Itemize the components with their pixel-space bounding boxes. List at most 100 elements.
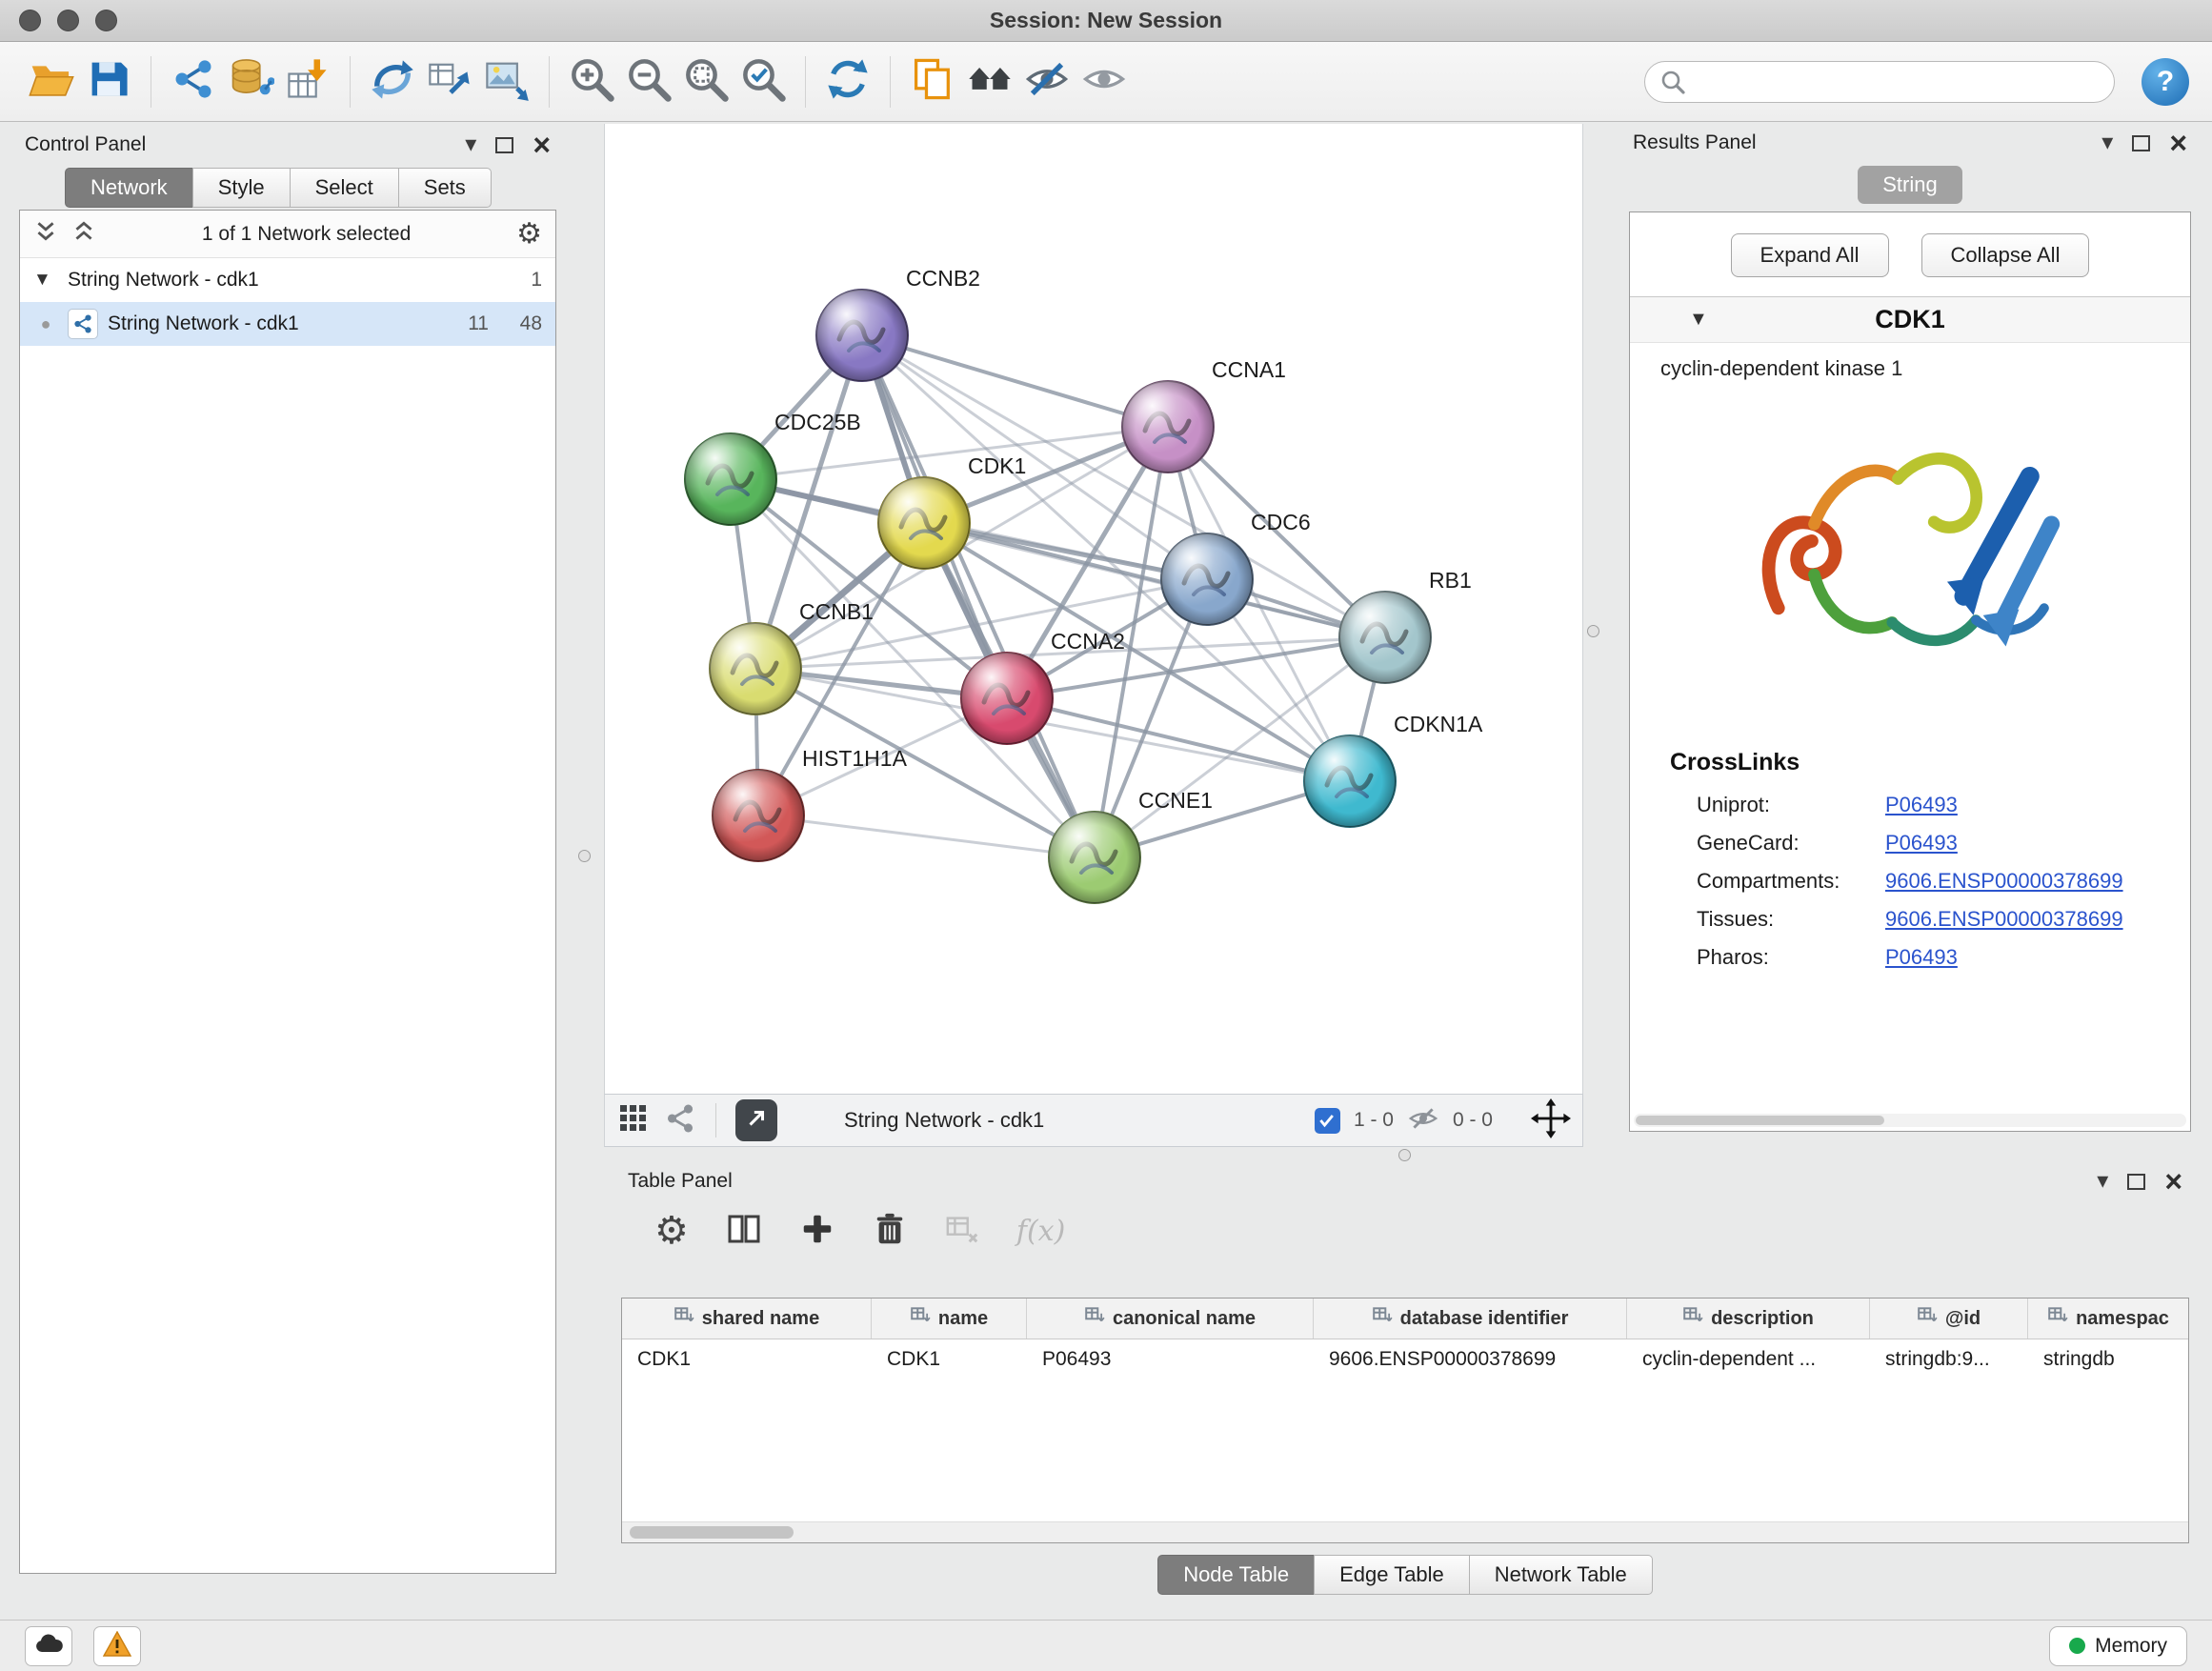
section-caret-icon[interactable]: ▼: [1689, 309, 1708, 331]
tab-network-table[interactable]: Network Table: [1469, 1555, 1653, 1595]
delete-column-trash-icon[interactable]: [872, 1211, 908, 1252]
clear-table-icon: [944, 1211, 980, 1252]
zoom-selected-button[interactable]: [734, 52, 792, 111]
zoom-fit-button[interactable]: [677, 52, 734, 111]
scrollbar-thumb[interactable]: [1636, 1116, 1884, 1125]
column-header[interactable]: database identifier: [1314, 1299, 1627, 1339]
network-row[interactable]: ● String Network - cdk1 11 48: [20, 302, 555, 346]
crosslink-label: Compartments:: [1697, 869, 1885, 894]
zoom-in-button[interactable]: [563, 52, 620, 111]
hidden-eye-slash-icon[interactable]: [1407, 1102, 1439, 1139]
collapse-panel-icon[interactable]: ▾: [465, 133, 476, 156]
network-edge[interactable]: [862, 335, 1095, 857]
crosslink-link[interactable]: 9606.ENSP00000378699: [1885, 869, 2123, 894]
crosslink-link[interactable]: P06493: [1885, 793, 1958, 817]
crosslink-link[interactable]: P06493: [1885, 831, 1958, 856]
save-session-button[interactable]: [80, 52, 137, 111]
vertical-splitter-handle-left[interactable]: [578, 850, 591, 862]
network-node-cdkn1a[interactable]: CDKN1A: [1304, 712, 1483, 827]
close-window-button[interactable]: [19, 10, 41, 31]
table-cell: P06493: [1027, 1339, 1314, 1379]
column-header[interactable]: name: [872, 1299, 1027, 1339]
export-image-button[interactable]: [478, 52, 535, 111]
float-panel-icon[interactable]: [495, 137, 513, 153]
show-columns-icon[interactable]: [725, 1210, 763, 1253]
help-button[interactable]: ?: [2142, 58, 2189, 106]
float-panel-icon[interactable]: [2127, 1174, 2145, 1190]
expand-all-button[interactable]: Expand All: [1731, 233, 1889, 277]
horizontal-splitter-handle[interactable]: [1398, 1149, 1411, 1161]
table-horizontal-scrollbar[interactable]: [622, 1521, 2188, 1542]
tree-caret-icon[interactable]: ▼: [33, 270, 58, 291]
open-in-new-window-button[interactable]: [735, 1099, 777, 1141]
collapse-all-icon[interactable]: [33, 219, 58, 249]
network-node-hist1h1a[interactable]: HIST1H1A: [713, 746, 908, 861]
string-results-box: Expand All Collapse All ▼ CDK1 cyclin-de…: [1629, 211, 2191, 1132]
tab-sets[interactable]: Sets: [398, 168, 492, 208]
table-settings-gear-icon[interactable]: ⚙: [654, 1212, 689, 1250]
tab-style[interactable]: Style: [192, 168, 291, 208]
column-header[interactable]: canonical name: [1027, 1299, 1314, 1339]
birds-eye-view-icon[interactable]: [616, 1101, 651, 1140]
float-panel-icon[interactable]: [2132, 135, 2150, 151]
network-node-ccne1[interactable]: CCNE1: [1049, 788, 1213, 903]
string-network-graph[interactable]: CCNB2CCNA1CDC25BCDK1CDC6RB1CCNB1CCNA2CDK…: [605, 124, 1584, 1094]
share-network-icon[interactable]: [664, 1102, 696, 1139]
home-button[interactable]: [961, 52, 1018, 111]
show-all-button[interactable]: [1076, 52, 1133, 111]
minimize-window-button[interactable]: [57, 10, 79, 31]
hide-selected-button[interactable]: [1018, 52, 1076, 111]
scrollbar-thumb[interactable]: [630, 1526, 794, 1539]
cloud-status-button[interactable]: [25, 1626, 72, 1666]
column-header[interactable]: description: [1627, 1299, 1870, 1339]
network-node-cdk1[interactable]: CDK1: [878, 453, 1026, 569]
open-session-button[interactable]: [23, 52, 80, 111]
warnings-button[interactable]: [93, 1626, 141, 1666]
tab-network[interactable]: Network: [65, 168, 193, 208]
memory-button[interactable]: Memory: [2049, 1626, 2187, 1666]
add-column-icon[interactable]: [799, 1211, 835, 1252]
results-horizontal-scrollbar[interactable]: [1634, 1114, 2186, 1127]
pan-crosshair-icon[interactable]: [1531, 1098, 1571, 1143]
collapse-panel-icon[interactable]: ▾: [2097, 1170, 2108, 1193]
expand-all-icon[interactable]: [71, 219, 96, 249]
network-edge[interactable]: [758, 815, 1095, 857]
zoom-window-button[interactable]: [95, 10, 117, 31]
tab-node-table[interactable]: Node Table: [1157, 1555, 1315, 1595]
network-node-rb1[interactable]: RB1: [1339, 568, 1472, 683]
close-panel-icon[interactable]: ×: [2169, 128, 2187, 158]
node-table: shared name name canonical name database…: [621, 1298, 2189, 1543]
import-database-button[interactable]: [222, 52, 279, 111]
new-network-button[interactable]: [364, 52, 421, 111]
network-canvas[interactable]: CCNB2CCNA1CDC25BCDK1CDC6RB1CCNB1CCNA2CDK…: [604, 124, 1583, 1094]
collapse-all-button[interactable]: Collapse All: [1921, 233, 2090, 277]
network-collection-row[interactable]: ▼ String Network - cdk1 1: [20, 258, 555, 302]
table-row[interactable]: CDK1 CDK1 P06493 9606.ENSP00000378699 cy…: [622, 1339, 2188, 1379]
close-panel-icon[interactable]: ×: [533, 130, 551, 160]
gene-section-header[interactable]: ▼ CDK1: [1630, 297, 2190, 343]
column-header[interactable]: namespac: [2028, 1299, 2188, 1339]
refresh-view-button[interactable]: [819, 52, 876, 111]
import-network-button[interactable]: [165, 52, 222, 111]
selected-checkbox-icon[interactable]: [1315, 1108, 1340, 1134]
search-input[interactable]: [1644, 61, 2115, 103]
selected-count: 1 - 0: [1354, 1109, 1394, 1132]
close-panel-icon[interactable]: ×: [2164, 1166, 2182, 1197]
import-table-button[interactable]: [279, 52, 336, 111]
crosslink-label: Uniprot:: [1697, 793, 1885, 817]
copy-button[interactable]: [904, 52, 961, 111]
column-header[interactable]: shared name: [622, 1299, 872, 1339]
string-tab-badge[interactable]: String: [1858, 166, 1961, 204]
gear-icon[interactable]: ⚙: [516, 217, 542, 251]
crosslink-link[interactable]: 9606.ENSP00000378699: [1885, 907, 2123, 932]
tab-edge-table[interactable]: Edge Table: [1314, 1555, 1470, 1595]
vertical-splitter-handle-right[interactable]: [1587, 625, 1599, 637]
crosslink-link[interactable]: P06493: [1885, 945, 1958, 970]
network-from-table-button[interactable]: [421, 52, 478, 111]
zoom-out-button[interactable]: [620, 52, 677, 111]
network-node-ccna1[interactable]: CCNA1: [1122, 357, 1286, 473]
tab-select[interactable]: Select: [290, 168, 399, 208]
network-edge[interactable]: [862, 335, 1168, 427]
column-header[interactable]: @id: [1870, 1299, 2028, 1339]
collapse-panel-icon[interactable]: ▾: [2101, 131, 2113, 154]
